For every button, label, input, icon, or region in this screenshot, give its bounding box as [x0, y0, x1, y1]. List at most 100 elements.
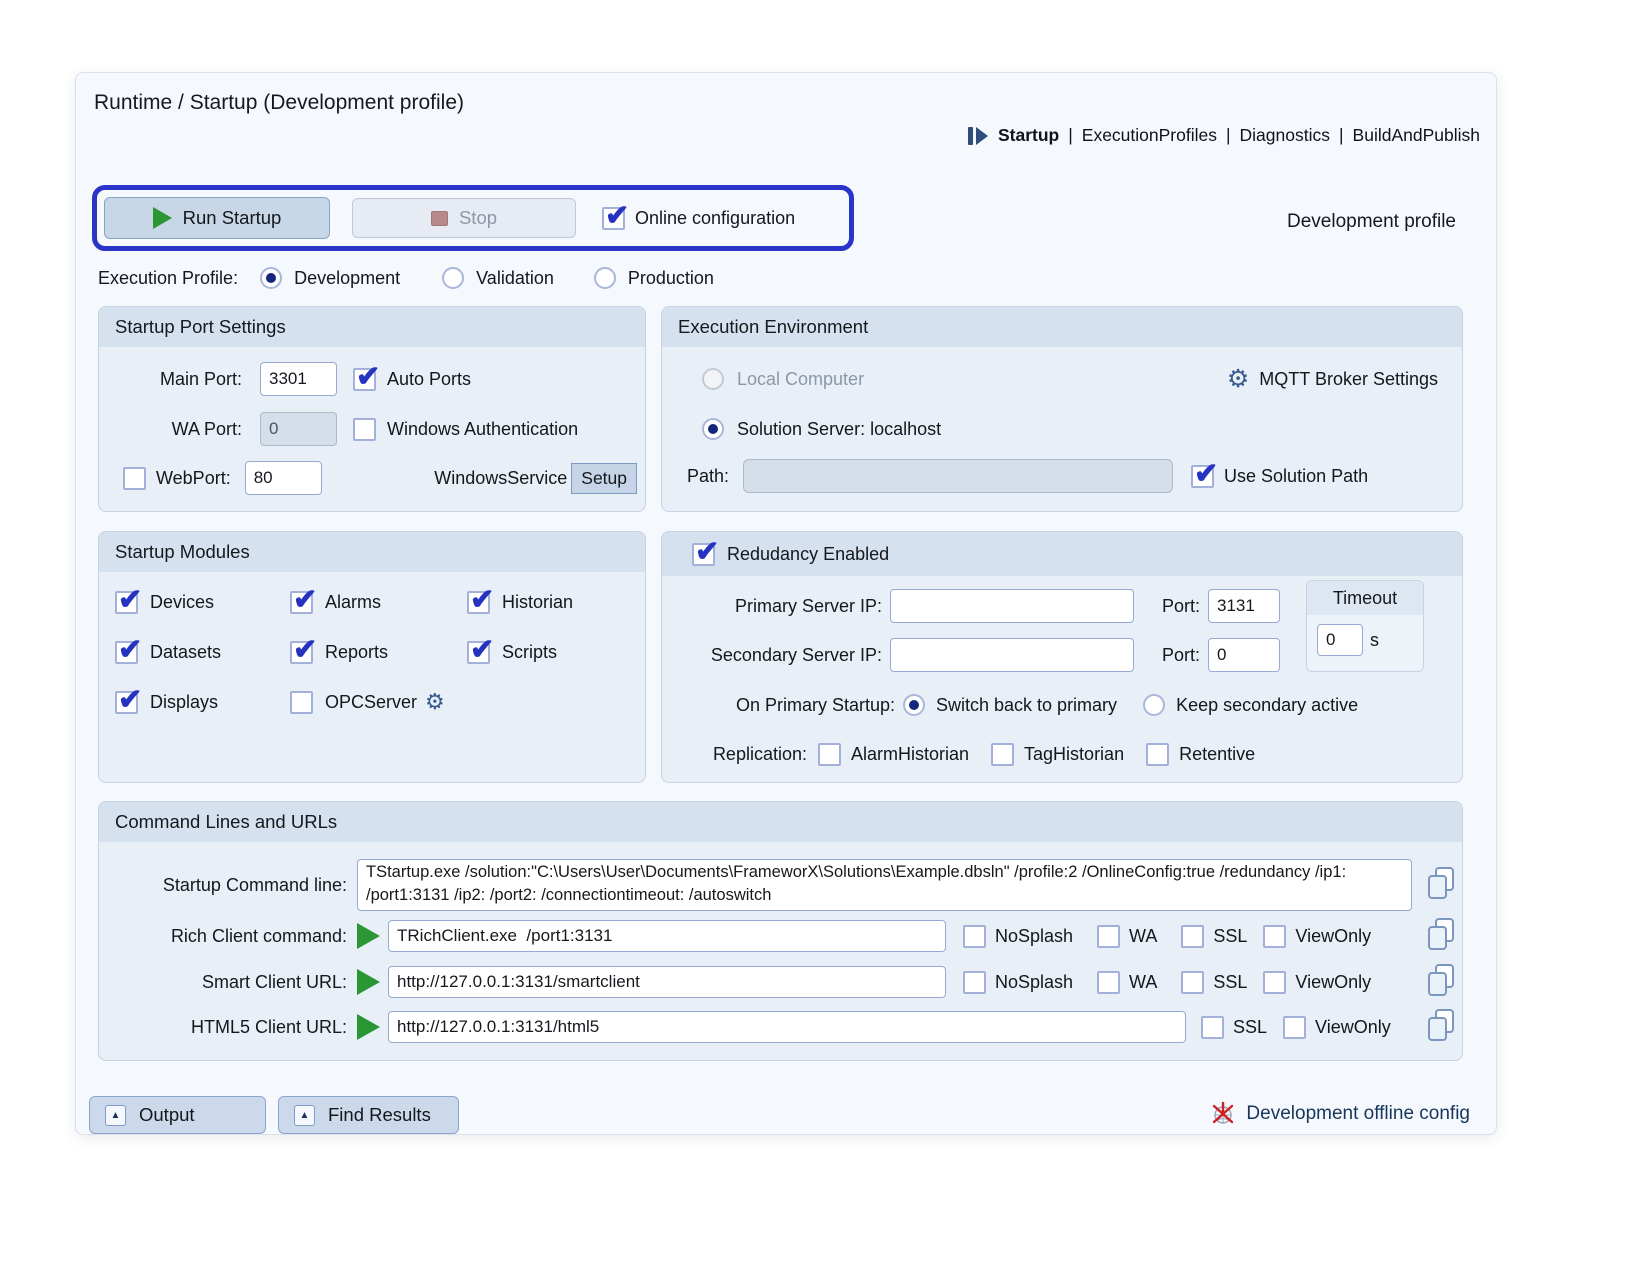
- webport-input[interactable]: [245, 461, 322, 495]
- smart-nosplash-checkbox[interactable]: NoSplash: [963, 971, 1073, 994]
- secondary-server-ip-input[interactable]: [890, 638, 1134, 672]
- opcserver-gear-icon[interactable]: ⚙: [425, 691, 445, 713]
- radio-keep-secondary-active[interactable]: Keep secondary active: [1143, 694, 1358, 716]
- radio-icon: [1143, 694, 1165, 716]
- rich-viewonly-checkbox[interactable]: ViewOnly: [1263, 925, 1371, 948]
- run-rich-client-icon[interactable]: [357, 923, 380, 949]
- auto-ports-checkbox[interactable]: Auto Ports: [353, 368, 471, 391]
- flag-label: SSL: [1213, 926, 1247, 947]
- solution-server-label: Solution Server: localhost: [737, 419, 941, 440]
- smart-client-input[interactable]: [388, 966, 946, 998]
- checkbox-icon: [115, 691, 138, 714]
- module-checkbox-datasets[interactable]: Datasets: [115, 641, 290, 664]
- timeout-input[interactable]: [1317, 624, 1363, 656]
- tab-execution-profiles[interactable]: ExecutionProfiles: [1082, 125, 1217, 146]
- redundancy-enabled-checkbox[interactable]: Redudancy Enabled: [692, 543, 889, 566]
- flag-label: NoSplash: [995, 926, 1073, 947]
- webport-checkbox[interactable]: WebPort:: [123, 467, 231, 490]
- rich-client-input[interactable]: [388, 920, 946, 952]
- find-results-button[interactable]: ▲ Find Results: [278, 1096, 459, 1134]
- flag-label: SSL: [1233, 1017, 1267, 1038]
- run-smart-client-icon[interactable]: [357, 969, 380, 995]
- run-nav-icon: [967, 126, 989, 146]
- nav-separator: |: [1226, 125, 1231, 146]
- module-label: OPCServer: [325, 692, 417, 713]
- output-label: Output: [139, 1104, 195, 1126]
- radio-solution-server[interactable]: Solution Server: localhost: [702, 418, 941, 440]
- panel-header: Startup Modules: [99, 532, 645, 572]
- tab-startup[interactable]: Startup: [998, 125, 1059, 146]
- radio-icon: [260, 267, 282, 289]
- radio-development[interactable]: Development: [260, 267, 400, 289]
- webport-label: WebPort:: [156, 468, 231, 489]
- run-controls-highlight: Run Startup Stop Online configuration: [92, 185, 854, 251]
- checkbox-icon: [602, 207, 625, 230]
- run-html5-client-icon[interactable]: [357, 1014, 380, 1040]
- module-checkbox-devices[interactable]: Devices: [115, 591, 290, 614]
- smart-viewonly-checkbox[interactable]: ViewOnly: [1263, 971, 1371, 994]
- main-port-input[interactable]: [260, 362, 337, 396]
- replication-checkbox-alarmhistorian[interactable]: AlarmHistorian: [818, 743, 969, 766]
- copy-icon[interactable]: [1426, 963, 1456, 1002]
- rich-nosplash-checkbox[interactable]: NoSplash: [963, 925, 1073, 948]
- radio-label: Keep secondary active: [1176, 695, 1358, 716]
- module-checkbox-reports[interactable]: Reports: [290, 641, 467, 664]
- html5-ssl-checkbox[interactable]: SSL: [1201, 1016, 1267, 1039]
- rich-ssl-checkbox[interactable]: SSL: [1181, 925, 1247, 948]
- module-checkbox-historian[interactable]: Historian: [467, 591, 573, 614]
- wa-port-label: WA Port:: [99, 419, 242, 440]
- offline-config-status[interactable]: Development offline config: [1210, 1101, 1470, 1127]
- primary-server-ip-input[interactable]: [890, 589, 1134, 623]
- module-checkbox-alarms[interactable]: Alarms: [290, 591, 467, 614]
- output-button[interactable]: ▲ Output: [89, 1096, 266, 1134]
- copy-icon[interactable]: [1426, 917, 1456, 956]
- offline-config-label: Development offline config: [1246, 1103, 1470, 1125]
- module-checkbox-displays[interactable]: Displays: [115, 691, 290, 714]
- timeout-box: Timeout s: [1306, 580, 1424, 672]
- startup-port-settings-panel: Startup Port Settings Main Port: Auto Po…: [98, 306, 646, 512]
- copy-icon[interactable]: [1426, 1008, 1456, 1047]
- online-configuration-checkbox[interactable]: Online configuration: [602, 207, 795, 230]
- smart-client-row: Smart Client URL: NoSplash WA SSL ViewOn…: [99, 965, 1462, 999]
- run-startup-button[interactable]: Run Startup: [104, 197, 330, 239]
- module-checkbox-opcserver[interactable]: OPCServer: [290, 691, 417, 714]
- secondary-server-ip-label: Secondary Server IP:: [662, 645, 882, 666]
- module-checkbox-scripts[interactable]: Scripts: [467, 641, 557, 664]
- main-port-row: Main Port: Auto Ports: [99, 362, 645, 396]
- modules-row-3: Displays OPCServer ⚙: [99, 685, 645, 719]
- use-solution-path-checkbox[interactable]: Use Solution Path: [1191, 465, 1368, 488]
- smart-ssl-checkbox[interactable]: SSL: [1181, 971, 1247, 994]
- tab-build-and-publish[interactable]: BuildAndPublish: [1353, 125, 1480, 146]
- smart-wa-checkbox[interactable]: WA: [1097, 971, 1157, 994]
- replication-checkbox-retentive[interactable]: Retentive: [1146, 743, 1255, 766]
- rich-wa-checkbox[interactable]: WA: [1097, 925, 1157, 948]
- stop-icon: [431, 211, 448, 226]
- html5-viewonly-checkbox[interactable]: ViewOnly: [1283, 1016, 1391, 1039]
- run-startup-label: Run Startup: [183, 207, 282, 229]
- main-port-label: Main Port:: [99, 369, 242, 390]
- flag-label: WA: [1129, 972, 1157, 993]
- radio-switch-back-to-primary[interactable]: Switch back to primary: [903, 694, 1117, 716]
- radio-icon: [702, 418, 724, 440]
- html5-client-input[interactable]: [388, 1011, 1186, 1043]
- tab-diagnostics[interactable]: Diagnostics: [1240, 125, 1330, 146]
- radio-validation[interactable]: Validation: [442, 267, 554, 289]
- primary-port-input[interactable]: [1208, 589, 1280, 623]
- panel-header: Execution Environment: [662, 307, 1462, 347]
- secondary-port-input[interactable]: [1208, 638, 1280, 672]
- radio-production[interactable]: Production: [594, 267, 714, 289]
- mqtt-broker-settings-button[interactable]: ⚙ MQTT Broker Settings: [1227, 367, 1438, 392]
- replication-checkbox-taghistorian[interactable]: TagHistorian: [991, 743, 1124, 766]
- windows-service-setup-button[interactable]: Setup: [571, 463, 637, 494]
- smart-client-label: Smart Client URL:: [99, 972, 347, 993]
- windows-authentication-checkbox[interactable]: Windows Authentication: [353, 418, 578, 441]
- checkbox-icon: [1146, 743, 1169, 766]
- copy-icon[interactable]: [1426, 866, 1456, 905]
- stop-button[interactable]: Stop: [352, 198, 576, 238]
- startup-command-input[interactable]: TStartup.exe /solution:"C:\Users\User\Do…: [357, 859, 1412, 911]
- checkbox-icon: [963, 971, 986, 994]
- wa-port-input: [260, 412, 337, 446]
- checkbox-icon: [123, 467, 146, 490]
- checkbox-icon: [818, 743, 841, 766]
- radio-icon: [903, 694, 925, 716]
